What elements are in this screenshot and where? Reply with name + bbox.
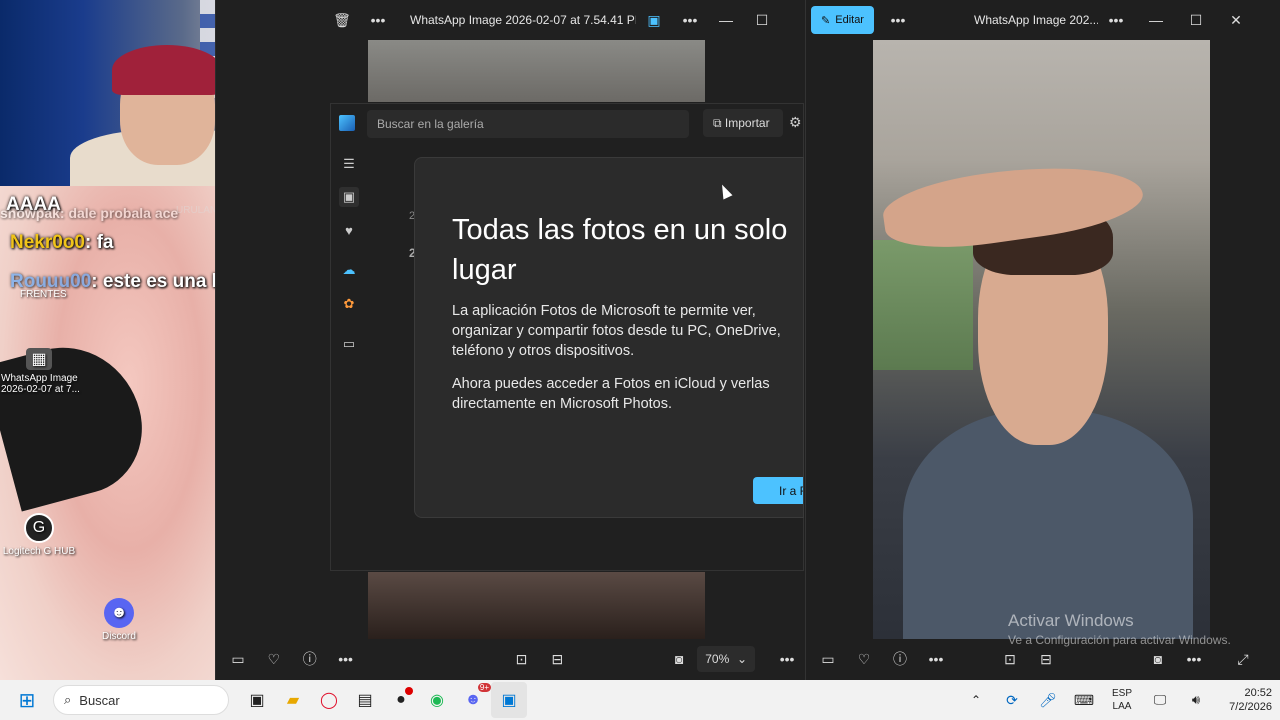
dialog-paragraph-2: Ahora puedes acceder a Fotos en iCloud y… bbox=[452, 376, 770, 412]
desktop-icon-whatsapp-image[interactable]: ▦ WhatsApp Image 2026-02-07 at 7... bbox=[0, 348, 84, 395]
filmstrip-icon[interactable]: ▭ bbox=[810, 639, 846, 679]
image-file-icon: ▦ bbox=[26, 348, 52, 370]
edit-label: Editar bbox=[835, 14, 864, 26]
chat-message-2: Nekr0o0: fa bbox=[10, 232, 114, 253]
close-icon[interactable]: ✕ bbox=[1218, 0, 1254, 40]
discord-badge: 9+ bbox=[477, 683, 491, 692]
desktop-icon-label: Logitech G HUB bbox=[2, 546, 76, 557]
maximize-icon[interactable]: ☐ bbox=[744, 0, 780, 40]
volume-icon[interactable]: 🔊︎ bbox=[1178, 682, 1214, 718]
import-button[interactable]: ⧉ Importar bbox=[703, 109, 783, 137]
import-icon: ⧉ bbox=[713, 116, 722, 130]
start-windows-icon[interactable]: ⊞ bbox=[9, 682, 45, 718]
clock-date: 7/2/2026 bbox=[1229, 701, 1272, 713]
viewer-right-titlebar: ✎ Editar ••• WhatsApp Image 202... ••• — … bbox=[806, 0, 1280, 40]
zoom-value: 70% bbox=[705, 652, 730, 666]
taskbar: ⊞ ⌕ Buscar ▣ ▰ ◯ ▤ ● ◉ ☻ 9+ ▣ ⌃ ⟳ 🎤︎ ⌨ ESP… bbox=[0, 680, 1280, 720]
activate-windows-title: Activar Windows bbox=[1008, 611, 1134, 630]
notification-dot bbox=[405, 687, 413, 695]
chat-message-1-bg: snowpak: dale probala ace bbox=[0, 205, 179, 221]
sync-icon[interactable]: ⟳ bbox=[994, 682, 1030, 718]
car-window-trees bbox=[873, 240, 973, 370]
visual-search-icon[interactable]: ⊡ bbox=[504, 639, 540, 679]
sticky-notes-icon[interactable]: ▤ bbox=[347, 682, 383, 718]
viewer-left-photo-top bbox=[368, 40, 705, 102]
photos-intro-dialog: Todas las fotos en un solo lugar La apli… bbox=[414, 157, 804, 518]
chat-faded-label2: URULAN bbox=[176, 205, 218, 216]
language-layout: LAA bbox=[1112, 701, 1132, 712]
fit-screen-icon[interactable]: ◙ bbox=[661, 639, 697, 679]
microphone-icon[interactable]: 🎤︎ bbox=[1030, 682, 1066, 718]
language-indicator[interactable]: ESP LAA bbox=[1102, 687, 1142, 713]
zoom-select[interactable]: 70% ⌄ bbox=[697, 646, 756, 672]
photos-taskbar-icon[interactable]: ▣ bbox=[491, 682, 527, 718]
delete-icon[interactable]: 🗑 bbox=[324, 0, 360, 40]
gallery-search-input[interactable]: Buscar en la galería bbox=[367, 110, 689, 138]
favorite-icon[interactable]: ♡ bbox=[846, 639, 882, 679]
favorite-icon[interactable]: ♡ bbox=[256, 639, 292, 679]
file-explorer-icon[interactable]: ▰ bbox=[275, 682, 311, 718]
chevron-down-icon: ⌄ bbox=[737, 652, 748, 666]
edit-pencil-icon: ✎ bbox=[821, 14, 831, 27]
text-scan-icon[interactable]: ⊟ bbox=[539, 639, 575, 679]
dialog-title: Todas las fotos en un solo lugar bbox=[452, 214, 788, 286]
onedrive-cloud-icon[interactable]: ☁ bbox=[339, 260, 359, 280]
streamer-cap bbox=[112, 45, 222, 95]
settings-gear-icon[interactable]: ⚙ bbox=[789, 114, 802, 131]
keyboard-icon[interactable]: ⌨ bbox=[1066, 682, 1102, 718]
language-code: ESP bbox=[1111, 688, 1132, 699]
favorites-heart-icon[interactable]: ♥ bbox=[339, 220, 359, 240]
spotify-icon[interactable]: ◉ bbox=[419, 682, 455, 718]
more-options-icon[interactable]: ••• bbox=[769, 639, 805, 679]
more-options-icon[interactable]: ••• bbox=[672, 0, 708, 40]
viewer-left-photo-bottom bbox=[368, 572, 705, 639]
this-pc-icon[interactable]: ▭ bbox=[339, 334, 359, 354]
discord-taskbar-icon[interactable]: ☻ 9+ bbox=[455, 682, 491, 718]
clock[interactable]: 20:52 7/2/2026 bbox=[1214, 686, 1280, 714]
viewer-left-bottombar: ▭ ♡ ⓘ ••• ⊡ ⊟ ◙ 70% ⌄ ••• bbox=[216, 638, 805, 680]
discord-icon: ☻ bbox=[104, 598, 134, 628]
go-to-photos-button[interactable]: Ir a F bbox=[753, 477, 803, 504]
minimize-icon[interactable]: — bbox=[1138, 0, 1174, 40]
chat-faded-label: FRENTES bbox=[20, 289, 67, 300]
photos-app-icon bbox=[339, 115, 355, 131]
more-options-icon[interactable]: ••• bbox=[918, 639, 954, 679]
taskbar-search-box[interactable]: ⌕ Buscar bbox=[53, 685, 229, 715]
info-icon[interactable]: ⓘ bbox=[292, 639, 328, 679]
desktop-icon-logitech[interactable]: G Logitech G HUB bbox=[0, 513, 84, 557]
more-options-icon[interactable]: ••• bbox=[360, 0, 396, 40]
taskbar-search-label: Buscar bbox=[79, 692, 120, 708]
desktop-icon-label: Discord bbox=[102, 631, 136, 642]
info-icon[interactable]: ⓘ bbox=[882, 639, 918, 679]
more-options-icon[interactable]: ••• bbox=[328, 639, 364, 679]
dialog-paragraph-1: La aplicación Fotos de Microsoft te perm… bbox=[452, 303, 781, 359]
clock-time: 20:52 bbox=[1244, 687, 1272, 699]
activate-windows-subtitle: Ve a Configuración para activar Windows. bbox=[1008, 633, 1231, 647]
more-options-icon[interactable]: ••• bbox=[1098, 0, 1134, 40]
opera-browser-icon[interactable]: ◯ bbox=[311, 682, 347, 718]
filmstrip-icon[interactable]: ▭ bbox=[220, 639, 256, 679]
desktop-icon-label: WhatsApp Image 2026-02-07 at 7... bbox=[1, 373, 80, 395]
photos-app-icon: ▣ bbox=[647, 11, 661, 28]
logitech-icon: G bbox=[24, 513, 54, 543]
import-label: Importar bbox=[724, 116, 770, 130]
desktop-icon-discord[interactable]: ☻ Discord bbox=[74, 598, 164, 642]
minimize-icon[interactable]: — bbox=[708, 0, 744, 40]
viewer-left-title: WhatsApp Image 2026-02-07 at 7.54.41 PM.… bbox=[410, 13, 636, 27]
chevron-up-icon[interactable]: ⌃ bbox=[958, 682, 994, 718]
viewer-left-titlebar: 🗑 ••• WhatsApp Image 2026-02-07 at 7.54.… bbox=[216, 0, 805, 40]
obs-studio-icon[interactable]: ● bbox=[383, 682, 419, 718]
viewer-right-title: WhatsApp Image 202... bbox=[974, 13, 1098, 27]
search-icon: ⌕ bbox=[64, 692, 72, 707]
icloud-photos-icon[interactable]: ✿ bbox=[339, 294, 359, 314]
edit-button[interactable]: ✎ Editar bbox=[811, 6, 874, 34]
task-view-icon[interactable]: ▣ bbox=[239, 682, 275, 718]
more-options-icon[interactable]: ••• bbox=[880, 0, 916, 40]
network-icon[interactable]: 🖵︎ bbox=[1142, 682, 1178, 718]
gallery-nav-icon[interactable]: ▣ bbox=[339, 187, 359, 207]
maximize-icon[interactable]: ☐ bbox=[1178, 0, 1214, 40]
menu-icon[interactable]: ☰ bbox=[339, 154, 359, 174]
viewer-right-photo bbox=[873, 40, 1210, 639]
